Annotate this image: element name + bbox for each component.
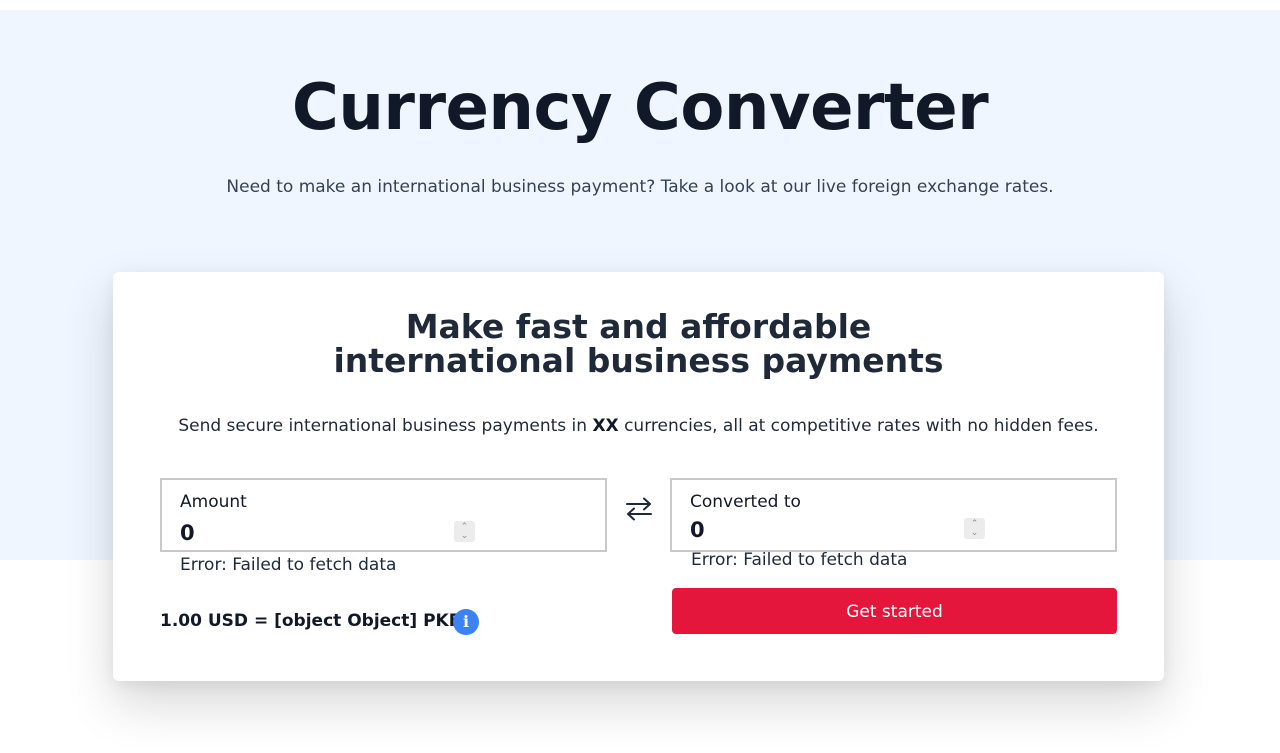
converted-error: Error: Failed to fetch data	[691, 550, 908, 570]
top-strip	[0, 0, 1280, 10]
card-desc-before: Send secure international business payme…	[178, 416, 593, 436]
card-description: Send secure international business payme…	[113, 414, 1164, 438]
amount-field[interactable]: Amount ⌃ ⌄	[160, 478, 607, 552]
card-desc-bold: XX	[592, 416, 619, 436]
card-heading-line2: international business payments	[333, 341, 944, 380]
amount-error: Error: Failed to fetch data	[180, 555, 397, 575]
page-subtitle: Need to make an international business p…	[226, 177, 1054, 197]
get-started-button[interactable]: Get started	[672, 588, 1117, 634]
chevron-down-icon[interactable]: ⌄	[461, 531, 469, 541]
chevron-down-icon[interactable]: ⌄	[971, 528, 979, 538]
converted-label: Converted to	[690, 492, 801, 512]
amount-stepper[interactable]: ⌃ ⌄	[454, 521, 475, 542]
card-desc-after: currencies, all at competitive rates wit…	[618, 416, 1099, 436]
info-icon[interactable]: i	[453, 609, 479, 635]
amount-label: Amount	[180, 492, 247, 512]
card-heading: Make fast and affordable international b…	[113, 310, 1164, 378]
amount-input[interactable]	[180, 520, 450, 546]
converted-stepper[interactable]: ⌃ ⌄	[964, 518, 985, 539]
converted-input[interactable]	[690, 517, 960, 543]
page-title: Currency Converter	[291, 71, 989, 145]
converted-field[interactable]: Converted to ⌃ ⌄	[670, 478, 1117, 552]
exchange-rate-text: 1.00 USD = [object Object] PKR	[160, 611, 462, 631]
swap-arrows-icon[interactable]	[622, 494, 656, 524]
converter-card: Make fast and affordable international b…	[113, 272, 1164, 681]
